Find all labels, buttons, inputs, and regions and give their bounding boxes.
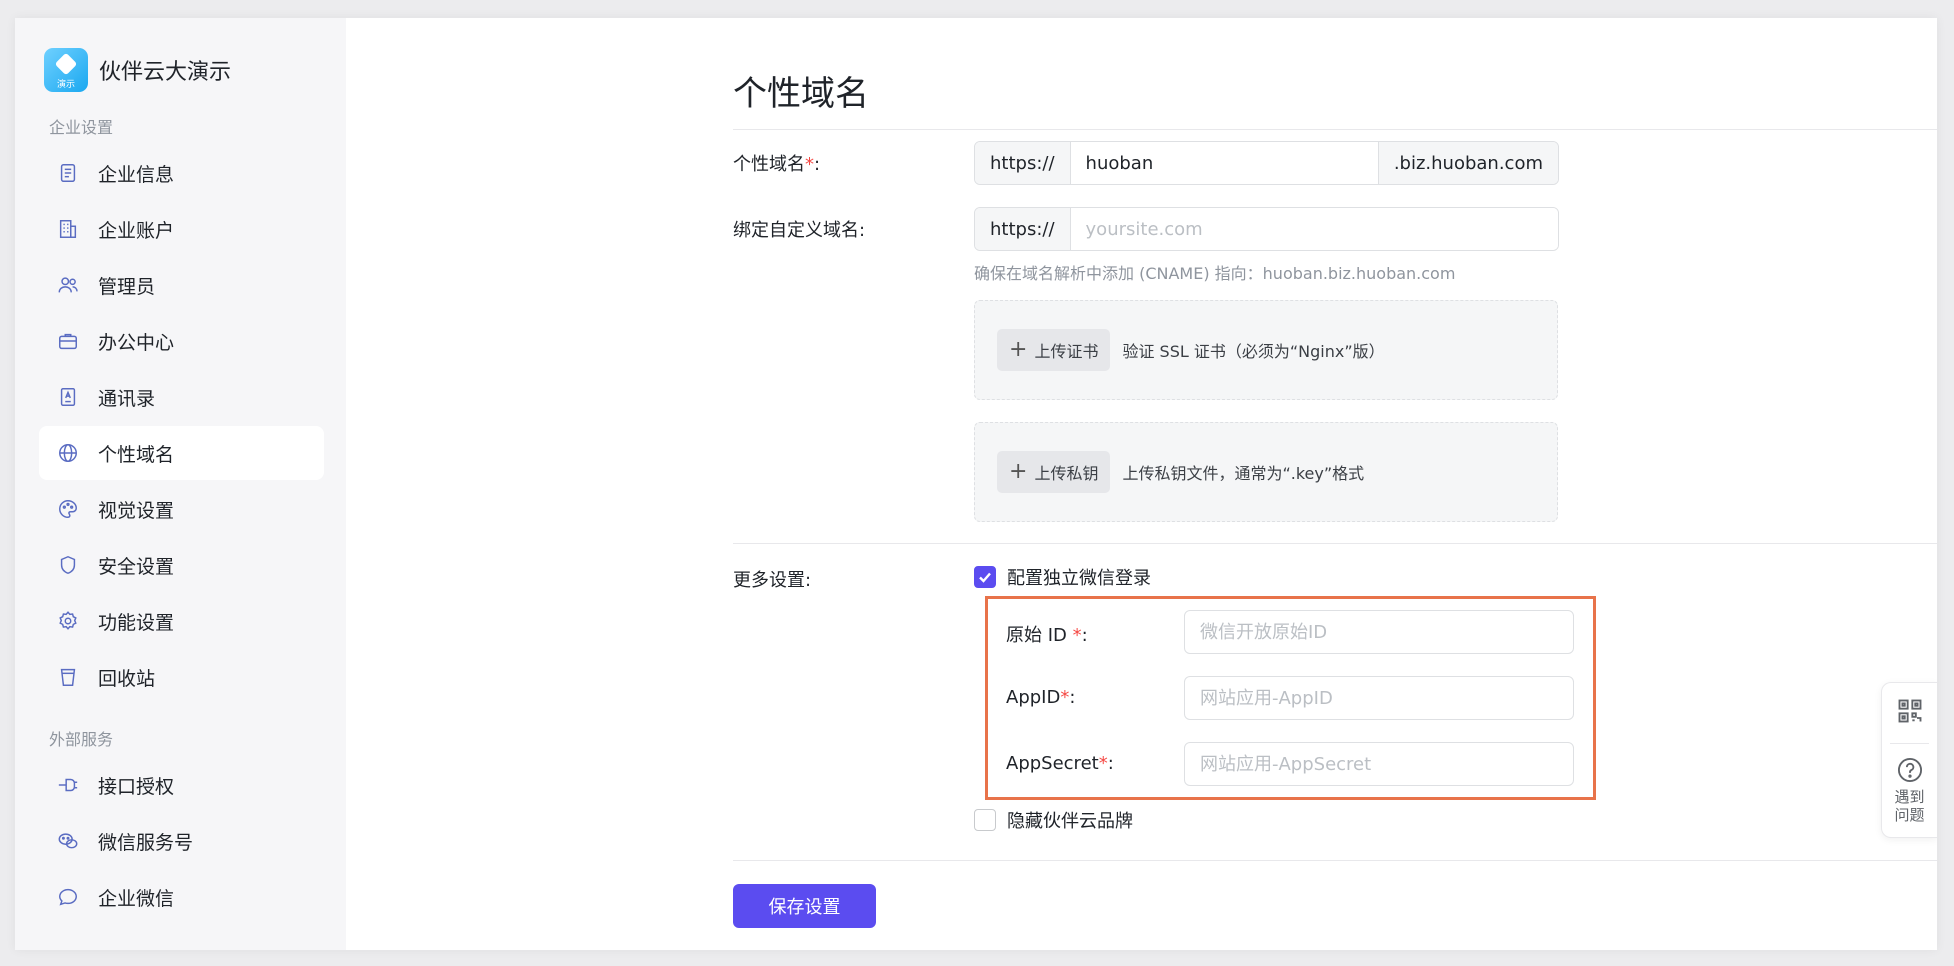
sidebar: 演示 伙伴云大演示 企业设置 企业信息 企业账户 管理员 办公中心 通讯录 个性… [15, 18, 346, 950]
title-divider [733, 129, 1937, 130]
sidebar-item-api-auth[interactable]: 接口授权 [39, 758, 324, 812]
key-upload-desc: 上传私钥文件，通常为“.key”格式 [1122, 464, 1365, 483]
help-button[interactable]: 遇到问题 [1882, 744, 1937, 824]
brand-logo: 演示 [44, 48, 88, 92]
wechat-login-checkbox[interactable] [974, 566, 996, 588]
sidebar-item-security-settings[interactable]: 安全设置 [39, 538, 324, 592]
trash-cup-icon [55, 664, 81, 690]
sidebar-item-enterprise-info[interactable]: 企业信息 [39, 146, 324, 200]
gear-icon [55, 608, 81, 634]
domain-label: 个性域名*: [733, 154, 821, 175]
document-icon [55, 160, 81, 186]
upload-key-button[interactable]: + 上传私钥 [997, 451, 1111, 493]
sidebar-item-visual-settings[interactable]: 视觉设置 [39, 482, 324, 536]
sidebar-item-custom-domain[interactable]: 个性域名 [39, 426, 324, 480]
question-circle-icon [1896, 756, 1924, 788]
plus-icon: + [1009, 337, 1028, 362]
sidebar-item-wechat-service[interactable]: 微信服务号 [39, 814, 324, 868]
sidebar-group-enterprise: 企业设置 [49, 118, 114, 137]
app-secret-input[interactable] [1184, 742, 1574, 786]
sidebar-item-contacts[interactable]: 通讯录 [39, 370, 324, 424]
domain-input-group: https:// .biz.huoban.com [974, 141, 1559, 185]
key-upload-area[interactable]: + 上传私钥 上传私钥文件，通常为“.key”格式 [974, 422, 1558, 522]
sidebar-item-office-center[interactable]: 办公中心 [39, 314, 324, 368]
globe-icon [55, 440, 81, 466]
custom-domain-label: 绑定自定义域名: [733, 220, 866, 241]
palette-icon [55, 496, 81, 522]
building-icon [55, 216, 81, 242]
cname-hint: 确保在域名解析中添加 (CNAME) 指向：huoban.biz.huoban.… [974, 264, 1456, 283]
app-window: 演示 伙伴云大演示 企业设置 企业信息 企业账户 管理员 办公中心 通讯录 个性… [15, 18, 1937, 950]
section-divider [733, 543, 1937, 544]
brand[interactable]: 演示 伙伴云大演示 [15, 48, 346, 92]
sidebar-item-recycle-bin[interactable]: 回收站 [39, 650, 324, 704]
plug-icon [55, 772, 81, 798]
footer-divider [733, 860, 1937, 861]
qr-code-icon [1896, 697, 1924, 729]
custom-domain-input[interactable] [1070, 208, 1558, 250]
hide-brand-option[interactable]: 隐藏伙伴云品牌 [974, 807, 1133, 833]
plus-icon: + [1009, 459, 1028, 484]
custom-domain-prefix: https:// [975, 208, 1071, 250]
briefcase-icon [55, 328, 81, 354]
sidebar-item-admins[interactable]: 管理员 [39, 258, 324, 312]
domain-input[interactable] [1070, 142, 1378, 184]
help-label: 遇到问题 [1894, 788, 1925, 824]
app-secret-label: AppSecret*: [1006, 753, 1114, 774]
floating-help-panel: 遇到问题 [1881, 682, 1937, 838]
chat-bubble-icon [55, 884, 81, 910]
app-id-label: AppID*: [1006, 687, 1076, 708]
ssl-upload-desc: 验证 SSL 证书（必须为“Nginx”版） [1122, 342, 1385, 361]
wechat-icon [55, 828, 81, 854]
origin-id-label: 原始 ID *: [1006, 625, 1088, 646]
origin-id-input[interactable] [1184, 610, 1574, 654]
main-content: 个性域名 个性域名*: https:// .biz.huoban.com 绑定自… [346, 18, 1937, 950]
sidebar-group-external: 外部服务 [49, 730, 114, 749]
sidebar-item-enterprise-wechat[interactable]: 企业微信 [39, 870, 324, 924]
app-id-input[interactable] [1184, 676, 1574, 720]
sidebar-item-feature-settings[interactable]: 功能设置 [39, 594, 324, 648]
shield-icon [55, 552, 81, 578]
upload-cert-button[interactable]: + 上传证书 [997, 329, 1111, 371]
page-title: 个性域名 [733, 74, 869, 114]
sidebar-item-enterprise-account[interactable]: 企业账户 [39, 202, 324, 256]
brand-name: 伙伴云大演示 [99, 60, 232, 85]
domain-suffix: .biz.huoban.com [1377, 142, 1558, 184]
qr-code-button[interactable] [1882, 683, 1937, 743]
users-icon [55, 272, 81, 298]
save-button[interactable]: 保存设置 [733, 884, 876, 928]
more-settings-label: 更多设置: [733, 570, 812, 591]
contacts-book-icon [55, 384, 81, 410]
domain-prefix: https:// [975, 142, 1071, 184]
custom-domain-input-group: https:// [974, 207, 1559, 251]
wechat-login-option[interactable]: 配置独立微信登录 [974, 564, 1151, 590]
hide-brand-checkbox[interactable] [974, 809, 996, 831]
ssl-upload-area[interactable]: + 上传证书 验证 SSL 证书（必须为“Nginx”版） [974, 300, 1558, 400]
